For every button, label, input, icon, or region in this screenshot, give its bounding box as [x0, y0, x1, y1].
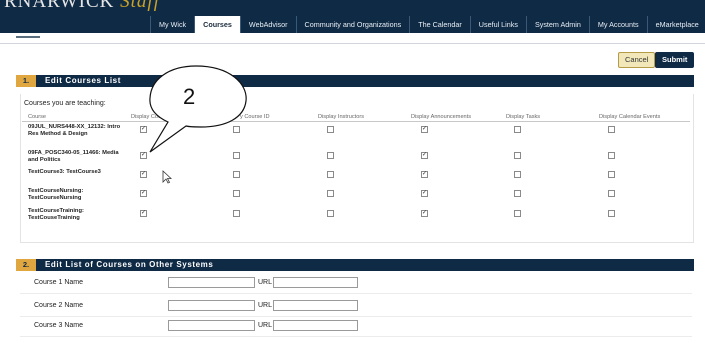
top-navigation-bar: RNARWICK Staff My Wick Courses WebAdviso… — [0, 0, 705, 33]
checkbox-display-announcements[interactable]: ✓ — [421, 190, 428, 197]
course-name: 09FA_POSC340-05_11466: Media and Politic… — [28, 150, 119, 163]
tab-my-wick[interactable]: My Wick — [150, 16, 194, 33]
course-1-name-label: Course 1 Name — [34, 279, 84, 286]
section-title: Edit List of Courses on Other Systems — [45, 260, 214, 269]
column-header-display-instructors: Display Instructors — [318, 114, 365, 120]
course-1-url-label: URL — [258, 279, 273, 286]
checkbox-course-id[interactable] — [233, 171, 240, 178]
course-2-url-input[interactable] — [273, 300, 358, 311]
tab-emarketplace[interactable]: eMarketplace — [646, 16, 705, 33]
checkbox-display-instructors[interactable] — [327, 190, 334, 197]
course-3-name-input[interactable] — [168, 320, 255, 331]
checkbox-display-tasks[interactable] — [514, 126, 521, 133]
course-2-url-label: URL — [258, 302, 273, 309]
column-header-display-announcements: Display Announcements — [411, 114, 472, 120]
callout-number: 2 — [183, 84, 196, 109]
column-header-course-id: y Course ID — [240, 114, 270, 120]
course-2-name-label: Course 2 Name — [34, 302, 84, 309]
checkbox-display-announcements[interactable]: ✓ — [421, 210, 428, 217]
checkbox-display-tasks[interactable] — [514, 190, 521, 197]
course-name: TestCourseTraining: TestCouseTraining — [28, 208, 84, 221]
course-2-name-input[interactable] — [168, 300, 255, 311]
brand-suffix: Staff — [120, 0, 160, 12]
checkbox-display-tasks[interactable] — [514, 210, 521, 217]
course-1-url-input[interactable] — [273, 277, 358, 288]
checkbox-display-instructors[interactable] — [327, 152, 334, 159]
brand-name: RNARWICK — [4, 0, 115, 12]
checkbox-display-calendar-events[interactable] — [608, 171, 615, 178]
main-tabs: My Wick Courses WebAdvisor Community and… — [150, 16, 705, 33]
checkbox-display-course[interactable]: ✓ — [140, 190, 147, 197]
tab-the-calendar[interactable]: The Calendar — [409, 16, 470, 33]
tab-my-accounts[interactable]: My Accounts — [588, 16, 647, 33]
column-header-display-course: Display Cou — [131, 114, 162, 120]
submit-button[interactable]: Submit — [655, 52, 695, 68]
checkbox-display-announcements[interactable]: ✓ — [421, 126, 428, 133]
row-divider — [20, 336, 692, 337]
section-number: 2. — [16, 259, 36, 271]
checkbox-course-id[interactable] — [233, 152, 240, 159]
tab-community-and-organizations[interactable]: Community and Organizations — [295, 16, 410, 33]
course-3-name-label: Course 3 Name — [34, 322, 84, 329]
header-divider — [22, 121, 690, 122]
brand-logo: RNARWICK Staff — [4, 0, 160, 13]
course-name: TestCourse3: TestCourse3 — [28, 169, 101, 175]
checkbox-display-calendar-events[interactable] — [608, 210, 615, 217]
cancel-button[interactable]: Cancel — [618, 52, 656, 68]
course-3-url-label: URL — [258, 322, 273, 329]
subbar-marker — [16, 36, 40, 38]
mouse-pointer-icon — [162, 170, 172, 184]
checkbox-display-instructors[interactable] — [327, 171, 334, 178]
section-header-edit-courses: 1. Edit Courses List — [16, 75, 694, 87]
teaching-label: Courses you are teaching: — [24, 100, 106, 107]
course-3-url-input[interactable] — [273, 320, 358, 331]
row-divider — [20, 293, 692, 294]
section-header-other-systems: 2. Edit List of Courses on Other Systems — [16, 259, 694, 271]
checkbox-display-course[interactable]: ✓ — [140, 171, 147, 178]
course-name: TestCourseNursing: TestCourseNursing — [28, 188, 84, 201]
checkbox-display-announcements[interactable]: ✓ — [421, 171, 428, 178]
checkbox-display-calendar-events[interactable] — [608, 126, 615, 133]
course-1-name-input[interactable] — [168, 277, 255, 288]
checkbox-display-announcements[interactable]: ✓ — [421, 152, 428, 159]
checkbox-course-id[interactable] — [233, 210, 240, 217]
column-header-display-calendar-events: Display Calendar Events — [599, 114, 661, 120]
checkbox-display-calendar-events[interactable] — [608, 190, 615, 197]
checkbox-course-id[interactable] — [233, 190, 240, 197]
column-header-display-tasks: Display Tasks — [506, 114, 541, 120]
checkbox-display-instructors[interactable] — [327, 126, 334, 133]
tab-webadvisor[interactable]: WebAdvisor — [239, 16, 296, 33]
section-title: Edit Courses List — [45, 76, 121, 85]
checkbox-display-course[interactable]: ✓ — [140, 126, 147, 133]
tab-useful-links[interactable]: Useful Links — [469, 16, 526, 33]
column-header-course: Course — [28, 114, 47, 120]
sub-navigation-bar — [0, 33, 705, 44]
checkbox-course-id[interactable] — [233, 126, 240, 133]
checkbox-display-instructors[interactable] — [327, 210, 334, 217]
section-number: 1. — [16, 75, 36, 87]
tab-courses[interactable]: Courses — [194, 16, 240, 33]
tab-system-admin[interactable]: System Admin — [525, 16, 589, 33]
row-divider — [20, 316, 692, 317]
checkbox-display-tasks[interactable] — [514, 171, 521, 178]
checkbox-display-calendar-events[interactable] — [608, 152, 615, 159]
checkbox-display-tasks[interactable] — [514, 152, 521, 159]
checkbox-display-course[interactable]: ✓ — [140, 210, 147, 217]
course-name: 09JUL_NURS448-XX_12132: Intro Res Method… — [28, 124, 121, 137]
checkbox-display-course[interactable]: ✓ — [140, 152, 147, 159]
